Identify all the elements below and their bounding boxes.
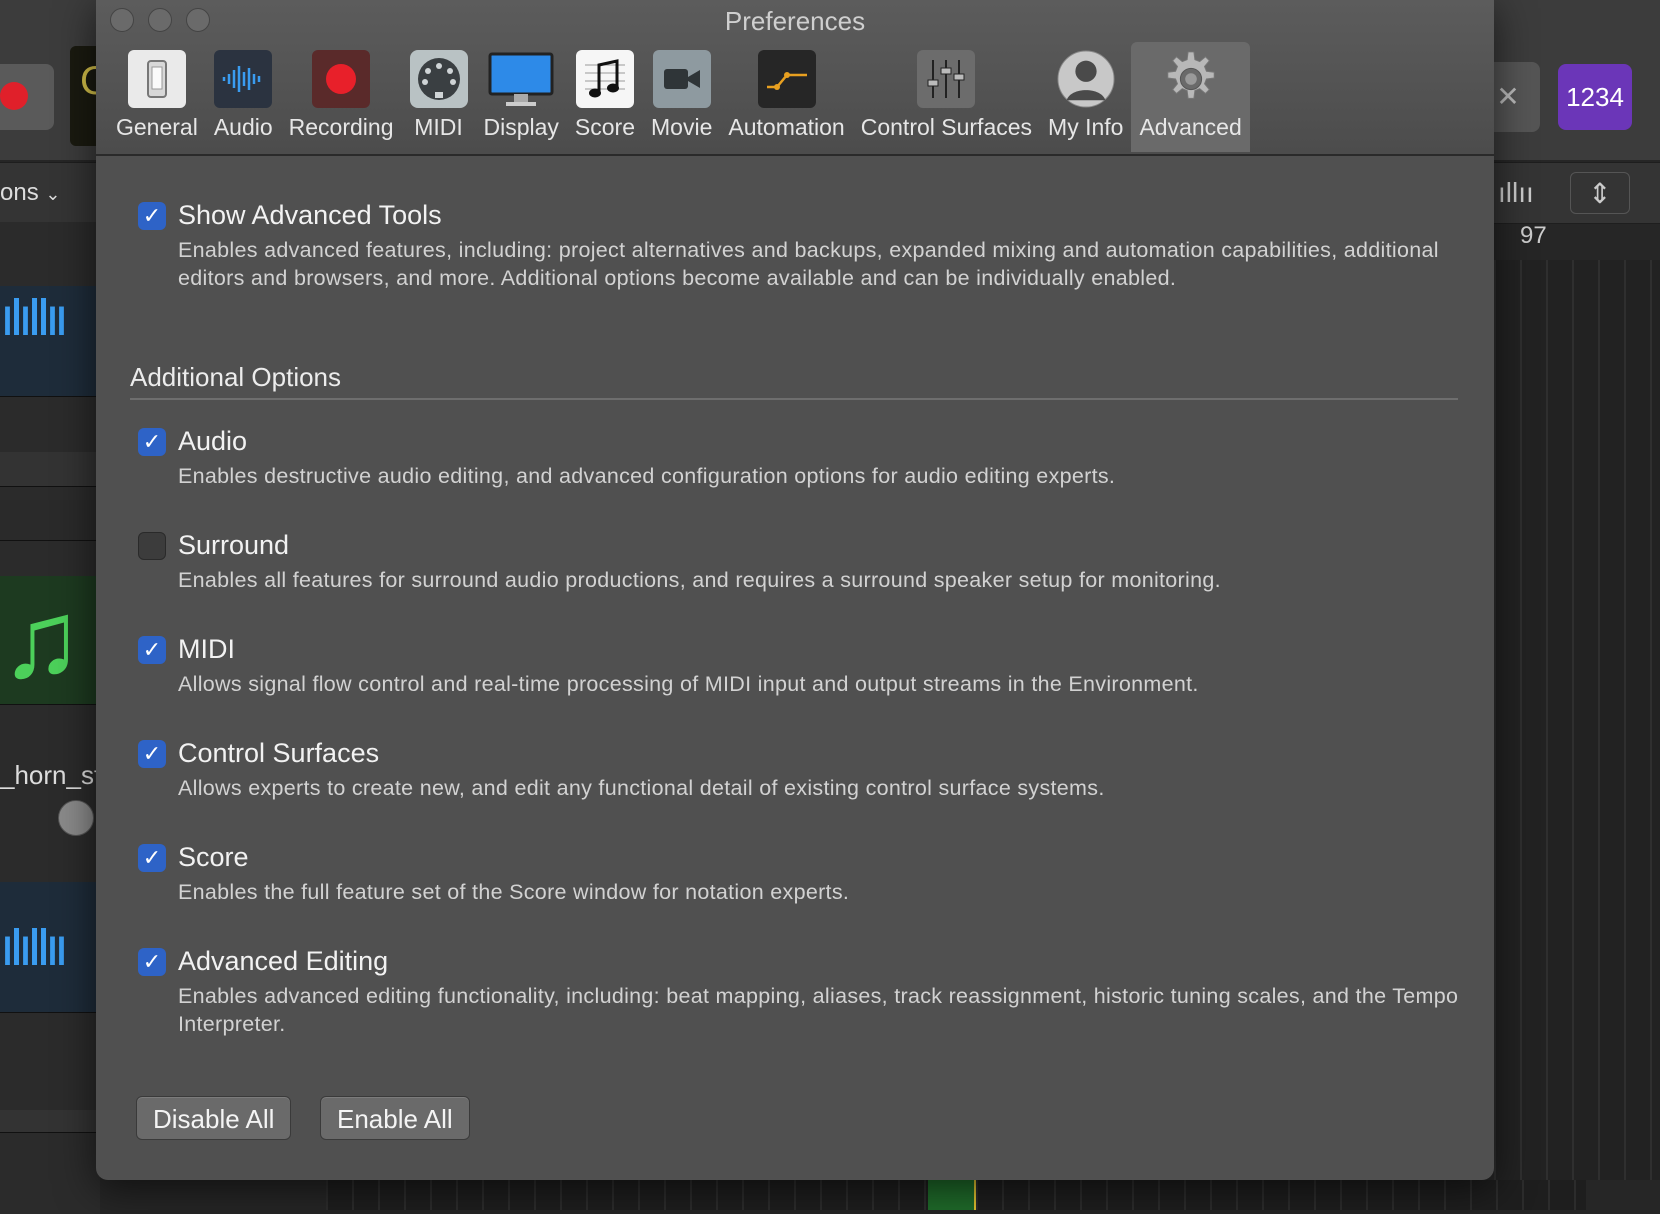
tab-midi-label: MIDI: [414, 114, 463, 140]
audio-option-description: Enables destructive audio editing, and a…: [178, 464, 1116, 488]
show-advanced-tools-description: Enables advanced features, including: pr…: [178, 238, 1439, 290]
playhead-region: [928, 1180, 976, 1210]
tab-movie[interactable]: Movie: [643, 42, 720, 152]
window-title: Preferences: [724, 6, 866, 36]
tab-recording[interactable]: Recording: [281, 42, 402, 152]
tab-automation-label: Automation: [728, 114, 845, 140]
pan-knob[interactable]: [58, 800, 94, 836]
tab-my-info[interactable]: My Info: [1040, 42, 1131, 152]
ruler-bar-number: 97: [1520, 222, 1547, 249]
advanced-pane: ✓ Show Advanced Tools Enables advanced f…: [96, 156, 1494, 1180]
count-in-button[interactable]: 1234: [1558, 64, 1632, 130]
track-row[interactable]: [0, 500, 100, 541]
midi-option-description: Allows signal flow control and real-time…: [178, 672, 1199, 696]
control-surfaces-option-description: Allows experts to create new, and edit a…: [178, 776, 1105, 800]
tab-audio[interactable]: Audio: [206, 42, 281, 152]
automation-icon: [757, 50, 816, 108]
tab-display[interactable]: Display: [476, 42, 567, 152]
user-silhouette-icon: [1057, 50, 1115, 108]
gear-icon: [1162, 50, 1220, 108]
tab-midi[interactable]: MIDI: [402, 42, 476, 152]
music-note-icon: ♫: [0, 578, 83, 701]
tab-recording-label: Recording: [288, 114, 394, 140]
tab-score-label: Score: [574, 114, 636, 140]
tab-general-label: General: [116, 114, 198, 140]
track-name-label: _horn_st: [0, 760, 102, 790]
waveform-icon: ıIıIIıı: [0, 287, 69, 347]
audio-checkbox[interactable]: ✓: [138, 428, 166, 456]
fit-vertical-icon[interactable]: ⇕: [1570, 172, 1630, 214]
tab-score[interactable]: Score: [567, 42, 643, 152]
control-surfaces-checkbox[interactable]: ✓: [138, 740, 166, 768]
advanced-editing-option-label: Advanced Editing: [178, 946, 389, 976]
tab-general[interactable]: General: [108, 42, 206, 152]
tab-movie-label: Movie: [651, 114, 713, 140]
movie-camera-icon: [652, 50, 711, 108]
midi-connector-icon: [409, 50, 468, 108]
audio-track-region[interactable]: ıIıIIıı: [0, 882, 100, 1013]
tab-my-info-label: My Info: [1048, 114, 1124, 140]
options-menu-label: ons: [0, 179, 39, 206]
surround-option-label: Surround: [178, 530, 290, 560]
midi-option-label: MIDI: [178, 634, 235, 664]
chevron-down-icon: ⌄: [45, 184, 61, 204]
score-option-description: Enables the full feature set of the Scor…: [178, 880, 850, 904]
score-note-icon: [575, 50, 634, 108]
midi-track-region[interactable]: ♫: [0, 576, 100, 705]
audio-track-region[interactable]: ıIıIIıı: [0, 286, 100, 397]
general-icon: [127, 50, 186, 108]
preferences-toolbar: General Audio Recording MIDI Display Sco…: [108, 42, 1250, 154]
enable-all-button[interactable]: Enable All: [320, 1096, 470, 1140]
preferences-window: Preferences General Audio Recording MIDI…: [96, 0, 1494, 1180]
tracks-grid: [1494, 260, 1660, 1180]
tab-advanced-label: Advanced: [1139, 114, 1242, 140]
options-menu[interactable]: ons ⌄: [0, 176, 76, 210]
track-row[interactable]: [0, 452, 100, 487]
surround-checkbox[interactable]: [138, 532, 166, 560]
midi-checkbox[interactable]: ✓: [138, 636, 166, 664]
show-advanced-tools-label: Show Advanced Tools: [178, 200, 442, 230]
tab-display-label: Display: [483, 114, 559, 140]
track-row[interactable]: [0, 1110, 100, 1133]
control-surfaces-icon: [917, 50, 976, 108]
track-headers: ıIıIIıı ♫ ıIıIIıı: [0, 222, 100, 1214]
additional-options-heading: Additional Options: [130, 362, 342, 392]
score-checkbox[interactable]: ✓: [138, 844, 166, 872]
tab-automation[interactable]: Automation: [720, 42, 852, 152]
record-button[interactable]: [0, 64, 54, 130]
tab-control-surfaces-label: Control Surfaces: [860, 114, 1033, 140]
control-surfaces-option-label: Control Surfaces: [178, 738, 380, 768]
tab-audio-label: Audio: [213, 114, 273, 140]
waveform-icon: ıIıIIıı: [0, 917, 69, 977]
advanced-editing-option-description: Enables advanced editing functionality, …: [178, 984, 1459, 1036]
score-option-label: Score: [178, 842, 249, 872]
waveform-zoom-icon[interactable]: ıllıı: [1498, 172, 1578, 214]
display-monitor-icon: [488, 50, 554, 108]
tab-control-surfaces[interactable]: Control Surfaces: [853, 42, 1040, 152]
audio-waveform-icon: [214, 50, 273, 108]
title-bar: Preferences General Audio Recording MIDI…: [96, 0, 1494, 156]
audio-option-label: Audio: [178, 426, 248, 456]
record-icon: [312, 50, 371, 108]
surround-option-description: Enables all features for surround audio …: [178, 568, 1221, 592]
advanced-editing-checkbox[interactable]: ✓: [138, 948, 166, 976]
section-divider: [130, 398, 1458, 400]
disable-all-button[interactable]: Disable All: [136, 1096, 292, 1140]
show-advanced-tools-checkbox[interactable]: ✓: [138, 202, 166, 230]
tab-advanced[interactable]: Advanced: [1131, 42, 1250, 152]
